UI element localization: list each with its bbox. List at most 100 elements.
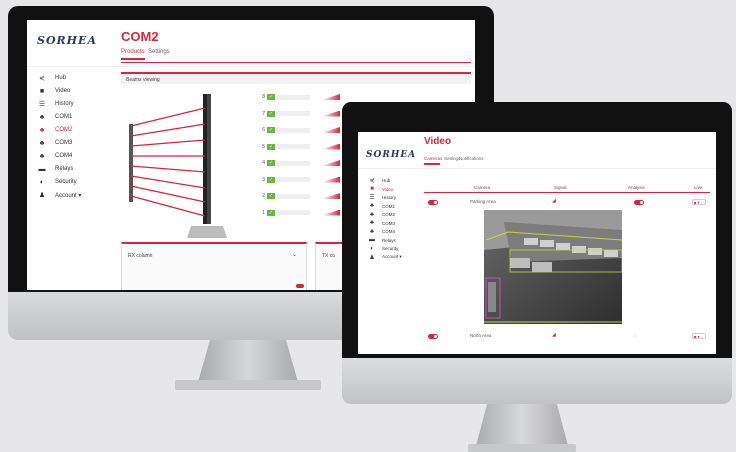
sorhea-logo: SORHEA [366,150,417,160]
sidebar-item-account[interactable]: ♟ Account ▾ [368,253,401,262]
network-icon: ♣ [39,126,45,134]
sidebar-item-label: Video [382,186,394,192]
sidebar-item-label: COM3 [382,220,396,226]
tab-settings[interactable]: Settings [148,49,170,55]
beam-ok-icon: ✓ [267,193,275,199]
tab-products[interactable]: Products [121,49,145,55]
sidebar-item-account[interactable]: ♟ Account ▾ [37,189,82,201]
front-monitor-foot [468,444,576,452]
active-tab-underline [121,58,145,60]
hub-icon: ⋞ [39,75,45,82]
beam-number: 6 [262,127,265,133]
camera-name: Parking Area [470,199,496,204]
rx-column-label: RX column [128,253,153,259]
sidebar-item-label: Hub [55,75,67,81]
sidebar-item-com1[interactable]: ♣ COM1 [37,111,73,123]
sidebar-item-com2[interactable]: ♣ COM2 [37,124,73,136]
signal-strength-icon [322,176,340,183]
shield-icon: ◐ [39,178,45,186]
network-icon: ♣ [370,203,374,209]
beam-ok-icon: ✓ [267,160,275,166]
shield-icon: ◐ [370,245,374,252]
beam-ok-icon: ✓ [267,209,275,216]
col-live: Live [694,185,703,190]
video-camera-icon: ■ [370,186,374,192]
beam-row: 4 ✓ [257,160,340,166]
tab-settings[interactable]: Settings [444,156,460,161]
tab-cameras[interactable]: Cameras [424,156,442,161]
sidebar-item-com3[interactable]: ♣ COM3 [37,137,73,149]
beam-row: 8 ✓ [257,94,340,100]
beam-number: 2 [262,193,265,199]
beam-row: 3 ✓ [257,176,340,183]
beam-row: 1 ✓ [257,209,340,216]
sidebar-item-label: Account ▾ [55,192,82,199]
front-monitor-screen: SORHEA Video Cameras Settings Notificati… [358,132,716,354]
sidebar-item-label: COM1 [55,114,73,120]
sidebar-item-label: Hub [382,178,391,183]
col-signal: Signal [554,185,567,190]
sidebar-item-label: COM2 [55,127,73,133]
user-icon: ♟ [38,192,46,199]
beam-number: 7 [262,110,265,117]
sidebar-item-com4[interactable]: ♣ COM4 [37,150,73,162]
col-analysis: Analysis [628,185,645,190]
beam-ok-icon: ✓ [267,143,275,150]
camera-enable-toggle[interactable] [428,334,438,339]
beam-level-bar [276,94,310,100]
header: SORHEA COM2 Products Settings [27,20,475,67]
signal-strength-icon [322,160,340,166]
beam-barrier-illustration [129,94,227,238]
sidebar-item-security[interactable]: ◐ Security [37,176,77,188]
beam-level-bar [276,127,310,133]
sidebar-item-label: Security [55,179,77,185]
network-icon: ♣ [39,152,45,160]
sidebar-item-label: COM4 [382,229,396,234]
sidebar-item-hub[interactable]: ⋞ Hub [37,72,66,84]
live-camera-icon[interactable]: ■ ▾ [692,333,706,339]
list-icon: ☰ [369,195,375,201]
back-monitor-foot [175,380,321,390]
beam-number: 4 [262,160,265,166]
sidebar-item-video[interactable]: ■ Video [37,85,70,97]
signal-strength-icon [322,143,340,150]
active-tab-underline [424,163,440,165]
beam-level-bar [276,160,310,166]
camera-enable-toggle[interactable] [428,200,438,205]
rx-column-panel[interactable]: RX column ⌄ [121,242,307,290]
header: SORHEA Video Cameras Settings Notificati… [358,132,716,169]
tab-notifications[interactable]: Notifications [459,156,484,161]
page-title: COM2 [121,29,159,44]
analysis-toggle[interactable] [634,200,644,205]
network-icon: ♣ [39,139,45,147]
beam-ok-icon: ✓ [267,94,275,100]
sidebar-item-label: History [55,101,74,107]
beam-level-bar [276,193,310,199]
relay-icon: ▬ [38,165,46,173]
signal-strength-icon [322,193,340,199]
page-title: Video [424,136,452,147]
camera-live-feed[interactable] [484,210,622,324]
live-camera-icon[interactable]: ■ ▾ [692,199,706,205]
list-icon: ☰ [38,101,46,108]
sidebar-item-label: Relays [382,237,396,243]
signal-strength-icon [322,209,340,216]
video-camera-icon: ■ [39,87,45,95]
chevron-down-icon[interactable]: ⌄ [292,251,297,258]
beam-ok-icon: ✓ [267,110,275,117]
network-icon: ♣ [39,113,45,121]
sidebar-item-history[interactable]: ☰ History [37,98,74,110]
front-monitor-chin [342,358,732,404]
sidebar-item-label: Relays [55,166,74,172]
signal-strength-icon [322,127,340,133]
beam-number: 8 [262,94,265,100]
network-icon: ♣ [370,211,374,218]
cameras-table-header: Camera Signal Analysis Live [424,184,710,193]
signal-strength-icon [322,110,340,117]
signal-icon: ◢ [552,332,556,338]
rx-toggle[interactable] [296,284,304,288]
camera-name: North Area [470,333,492,338]
sidebar-item-relays[interactable]: ▬ Relays [37,163,74,175]
beam-number: 3 [262,176,265,183]
signal-icon: ◢ [552,198,556,204]
